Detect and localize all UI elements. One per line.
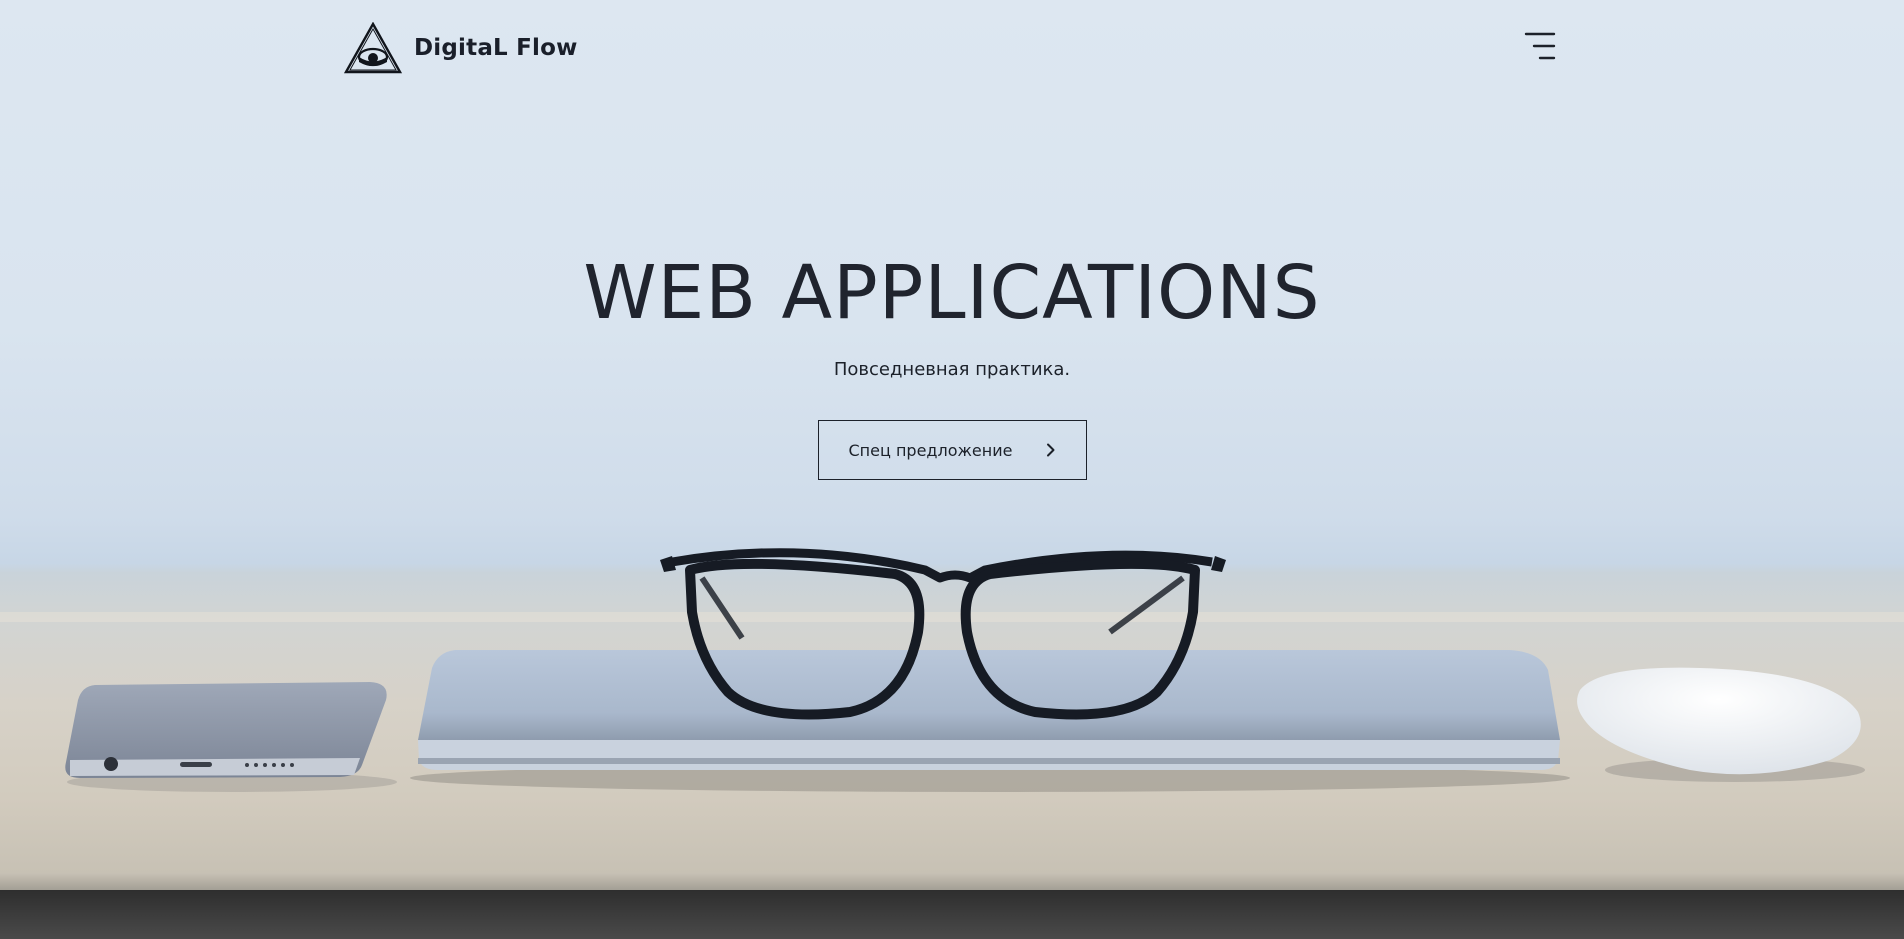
hero-content: WEB APPLICATIONS Повседневная практика. … xyxy=(0,250,1904,480)
brand-logo-link[interactable]: DigitaL Flow xyxy=(344,22,578,74)
hero-section: DigitaL Flow WEB APPLICATIONS Повседневн… xyxy=(0,0,1904,939)
hero-subtitle: Повседневная практика. xyxy=(833,359,1071,380)
site-header: DigitaL Flow xyxy=(344,22,1556,78)
special-offer-button[interactable]: Спец предложение xyxy=(817,420,1087,480)
hamburger-menu-button[interactable] xyxy=(1524,30,1556,62)
brand-name: DigitaL Flow xyxy=(414,35,578,61)
chevron-right-icon xyxy=(1046,443,1054,457)
special-offer-button-label: Спец предложение xyxy=(848,440,1013,460)
hero-title: WEB APPLICATIONS xyxy=(583,250,1321,336)
hamburger-menu-icon xyxy=(1524,32,1556,60)
triangle-eye-logo-icon xyxy=(344,22,402,74)
